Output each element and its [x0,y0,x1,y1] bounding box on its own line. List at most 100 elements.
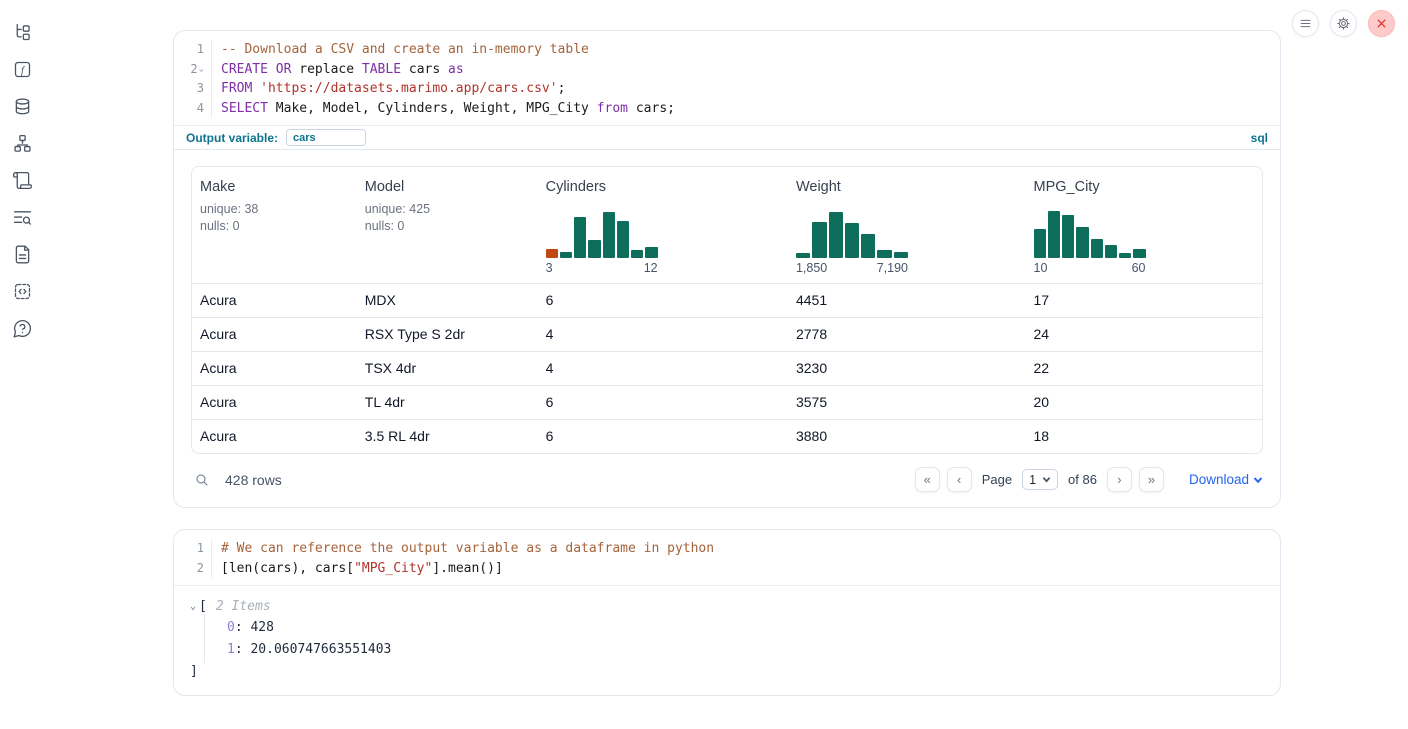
sidebar: f [0,0,44,729]
histogram-bar [1105,245,1117,258]
histogram-bar [546,249,558,258]
histogram-axis-labels: 312 [546,261,658,275]
table-row[interactable]: AcuraMDX6445117 [192,283,1262,317]
histogram-min-label: 3 [546,261,553,275]
line-number: 4 [174,99,212,119]
code-line[interactable]: 3FROM 'https://datasets.marimo.app/cars.… [174,79,1280,99]
column-stat: unique: 38 [200,202,349,216]
histogram-bar [796,253,810,258]
table-row[interactable]: AcuraTSX 4dr4323022 [192,351,1262,385]
column-histogram [1034,208,1146,258]
code-line[interactable]: 4SELECT Make, Model, Cylinders, Weight, … [174,99,1280,119]
tree-entry-value: 20.060747663551403 [250,642,391,657]
column-name: Cylinders [546,179,780,195]
table-cell: 24 [1026,318,1262,351]
collapse-chevron-icon[interactable]: ⌄ [190,601,196,612]
code-line[interactable]: 1# We can reference the output variable … [174,539,1280,559]
menu-button[interactable] [1292,10,1319,37]
histogram-min-label: 1,850 [796,261,827,275]
table-cell: 17 [1026,284,1262,317]
python-cell: 1 # We can reference the output variable … [173,529,1281,696]
table-cell: TSX 4dr [357,352,538,385]
snippets-icon[interactable] [11,280,33,302]
tree-entry-value: 428 [250,620,273,635]
histogram-bar [560,252,572,258]
close-icon [1374,16,1389,31]
table-row[interactable]: AcuraRSX Type S 2dr4277824 [192,317,1262,351]
settings-button[interactable] [1330,10,1357,37]
table-cell: 6 [538,284,788,317]
column-header-model[interactable]: Modelunique: 425nulls: 0 [357,167,538,283]
table-cell: 6 [538,420,788,453]
data-table: Makeunique: 38nulls: 0Modelunique: 425nu… [191,166,1263,454]
next-page-button[interactable]: › [1107,467,1132,492]
output-variable-input[interactable] [286,129,366,146]
logs-icon[interactable] [11,206,33,228]
last-page-button[interactable]: » [1139,467,1164,492]
search-button[interactable] [191,469,213,491]
tree-entry: 1: 20.060747663551403 [205,639,1264,661]
code-line-text: # We can reference the output variable a… [212,539,714,559]
chevron-down-icon [1253,475,1263,485]
notebook-controls [1292,10,1395,37]
output-variable-row: Output variable: sql [174,125,1280,150]
histogram-bar [812,222,826,258]
histogram-bar [1034,229,1046,258]
code-line-text: SELECT Make, Model, Cylinders, Weight, M… [212,99,675,119]
histogram-max-label: 60 [1132,261,1146,275]
histogram-bar [1133,249,1145,258]
table-row[interactable]: Acura3.5 RL 4dr6388018 [192,419,1262,453]
column-stat: nulls: 0 [200,219,349,233]
table-cell: 6 [538,386,788,419]
histogram-min-label: 10 [1034,261,1048,275]
histogram-bar [1091,239,1103,258]
table-cell: 4 [538,352,788,385]
histogram-bar [617,221,629,259]
column-name: Model [365,179,530,195]
histogram-bar [861,234,875,258]
tree-entry-key: 1 [227,642,235,657]
code-line-text: CREATE OR replace TABLE cars as [212,60,464,80]
code-line[interactable]: 2⌄CREATE OR replace TABLE cars as [174,60,1280,80]
table-output: Makeunique: 38nulls: 0Modelunique: 425nu… [174,150,1280,454]
table-cell: 22 [1026,352,1262,385]
table-footer: 428 rows « ‹ Page 1 of 86 › » Download [174,454,1280,507]
data-sources-icon[interactable] [11,95,33,117]
column-header-cylinders[interactable]: Cylinders 312 [538,167,788,283]
column-histogram [796,208,908,258]
python-output-tree: ⌄ [ 2 Items 0: 4281: 20.060747663551403 … [174,586,1280,695]
table-header: Makeunique: 38nulls: 0Modelunique: 425nu… [192,167,1262,283]
scratchpad-icon[interactable] [11,169,33,191]
table-cell: 3575 [788,386,1026,419]
tree-entry-key: 0 [227,620,235,635]
code-line[interactable]: 2[len(cars), cars["MPG_City"].mean()] [174,559,1280,579]
table-cell: RSX Type S 2dr [357,318,538,351]
fold-chevron-icon[interactable]: ⌄ [199,65,204,74]
help-icon[interactable] [11,317,33,339]
chevron-down-icon [1042,475,1051,484]
svg-text:f: f [21,65,26,76]
table-row[interactable]: AcuraTL 4dr6357520 [192,385,1262,419]
code-line[interactable]: 1-- Download a CSV and create an in-memo… [174,40,1280,60]
column-header-weight[interactable]: Weight1,8507,190 [788,167,1026,283]
hamburger-icon [1298,16,1313,31]
previous-page-button[interactable]: ‹ [947,467,972,492]
documentation-icon[interactable] [11,243,33,265]
first-page-button[interactable]: « [915,467,940,492]
histogram-bar [845,223,859,258]
tree-entry: 0: 428 [205,617,1264,639]
download-button[interactable]: Download [1189,472,1263,487]
dependency-graph-icon[interactable] [11,132,33,154]
shutdown-button[interactable] [1368,10,1395,37]
file-explorer-icon[interactable] [11,21,33,43]
sql-code-editor[interactable]: 1-- Download a CSV and create an in-memo… [174,31,1280,125]
python-code-editor[interactable]: 1# We can reference the output variable … [174,530,1280,585]
column-header-mpg_city[interactable]: MPG_City1060 [1026,167,1262,283]
row-count: 428 rows [225,472,282,488]
output-variable-label: Output variable: [186,131,278,145]
variables-icon[interactable]: f [11,58,33,80]
column-header-make[interactable]: Makeunique: 38nulls: 0 [192,167,357,283]
page-select[interactable]: 1 [1022,469,1058,490]
histogram-bar [645,247,657,258]
column-name: Weight [796,179,1018,195]
